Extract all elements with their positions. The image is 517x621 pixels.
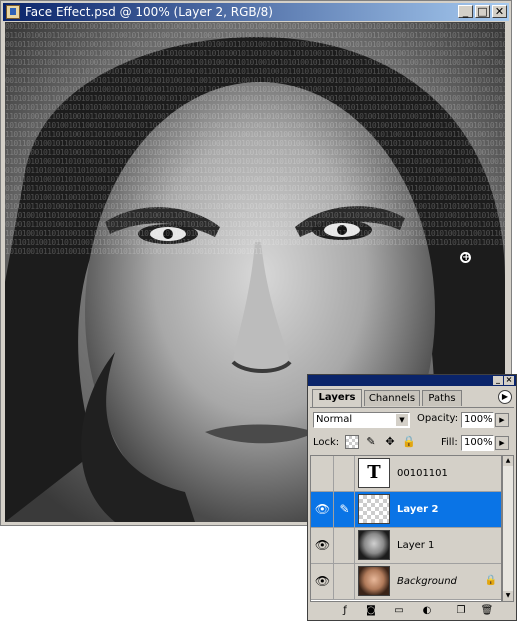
fill-input[interactable]: 100% bbox=[461, 435, 494, 451]
tab-paths[interactable]: Paths bbox=[422, 390, 462, 406]
lock-label: Lock: bbox=[313, 437, 340, 448]
layer-name: 00101101 bbox=[397, 468, 448, 479]
eye-icon[interactable]: 👁 bbox=[312, 528, 334, 563]
brush-icon[interactable]: ✎ bbox=[335, 492, 355, 527]
scroll-up-icon[interactable]: ▲ bbox=[503, 456, 513, 466]
fill-slider-arrow-icon[interactable]: ▶ bbox=[495, 436, 509, 450]
blend-mode-select[interactable]: Normal ▼ bbox=[313, 412, 410, 428]
palette-close-button[interactable]: × bbox=[504, 376, 514, 385]
adjustment-layer-icon[interactable]: ◐ bbox=[420, 604, 434, 618]
layer-name: Layer 2 bbox=[397, 504, 439, 515]
layer-row-00101101[interactable]: T 00101101 bbox=[311, 456, 501, 492]
opacity-slider-arrow-icon[interactable]: ▶ bbox=[495, 413, 509, 427]
scroll-down-icon[interactable]: ▼ bbox=[503, 591, 513, 601]
layer-thumbnail bbox=[358, 566, 390, 596]
palette-tabs: Layers Channels Paths ▶ bbox=[310, 389, 514, 408]
opacity-input[interactable]: 100% bbox=[461, 412, 494, 428]
chevron-down-icon: ▼ bbox=[396, 414, 408, 426]
add-mask-icon[interactable]: ◙ bbox=[364, 604, 378, 618]
layer-row-layer-2[interactable]: 👁 ✎ Layer 2 bbox=[311, 492, 501, 528]
document-title-bar[interactable]: Face Effect.psd @ 100% (Layer 2, RGB/8) … bbox=[3, 3, 509, 21]
trash-icon[interactable]: 🗑 bbox=[480, 604, 494, 618]
link-toggle[interactable] bbox=[335, 456, 355, 491]
brush-cursor-icon: + bbox=[460, 252, 471, 263]
layer-name: Background bbox=[397, 576, 457, 587]
lock-pixels-brush-icon[interactable]: ✎ bbox=[364, 435, 378, 449]
layer-row-layer-1[interactable]: 👁 Layer 1 bbox=[311, 528, 501, 564]
palette-bottom-toolbar: ƒ ◙ ▭ ◐ ❐ 🗑 bbox=[310, 603, 514, 619]
layer-thumbnail bbox=[358, 530, 390, 560]
link-toggle[interactable] bbox=[335, 528, 355, 563]
new-group-folder-icon[interactable]: ▭ bbox=[392, 604, 406, 618]
link-toggle[interactable] bbox=[335, 564, 355, 599]
eye-icon[interactable]: 👁 bbox=[312, 492, 334, 527]
close-button[interactable]: ✕ bbox=[492, 5, 507, 18]
document-title: Face Effect.psd @ 100% (Layer 2, RGB/8) bbox=[25, 5, 273, 19]
palette-title-bar[interactable]: _ × bbox=[308, 375, 516, 386]
lock-position-move-icon[interactable]: ✥ bbox=[383, 435, 397, 449]
blend-mode-value: Normal bbox=[316, 414, 353, 425]
lock-icon: 🔒 bbox=[484, 575, 497, 586]
photoshop-doc-icon bbox=[6, 5, 20, 19]
layer-style-icon[interactable]: ƒ bbox=[338, 604, 352, 618]
palette-menu-arrow-icon[interactable]: ▶ bbox=[498, 390, 512, 404]
fill-label: Fill: bbox=[441, 437, 458, 448]
text-layer-thumbnail-icon: T bbox=[358, 458, 390, 488]
layer-thumbnail bbox=[358, 494, 390, 524]
lock-transparency-icon[interactable] bbox=[345, 435, 359, 449]
eye-icon[interactable]: 👁 bbox=[312, 564, 334, 599]
palette-minimize-button[interactable]: _ bbox=[493, 376, 503, 385]
layer-row-background[interactable]: 👁 Background 🔒 bbox=[311, 564, 501, 600]
new-layer-icon[interactable]: ❐ bbox=[454, 604, 468, 618]
tab-channels[interactable]: Channels bbox=[364, 390, 420, 406]
layer-list-scrollbar[interactable]: ▲ ▼ bbox=[502, 455, 514, 602]
tab-layers[interactable]: Layers bbox=[312, 389, 362, 407]
minimize-button[interactable]: _ bbox=[458, 5, 473, 18]
opacity-label: Opacity: bbox=[417, 413, 459, 424]
visibility-toggle[interactable] bbox=[312, 456, 334, 491]
layer-name: Layer 1 bbox=[397, 540, 435, 551]
lock-all-icon[interactable]: 🔒 bbox=[402, 435, 416, 449]
layers-palette: _ × Layers Channels Paths ▶ Normal ▼ Opa… bbox=[307, 374, 517, 621]
layer-list: T 00101101 👁 ✎ Layer 2 👁 Layer 1 👁 Backg… bbox=[310, 455, 502, 602]
maximize-button[interactable]: □ bbox=[475, 5, 490, 18]
